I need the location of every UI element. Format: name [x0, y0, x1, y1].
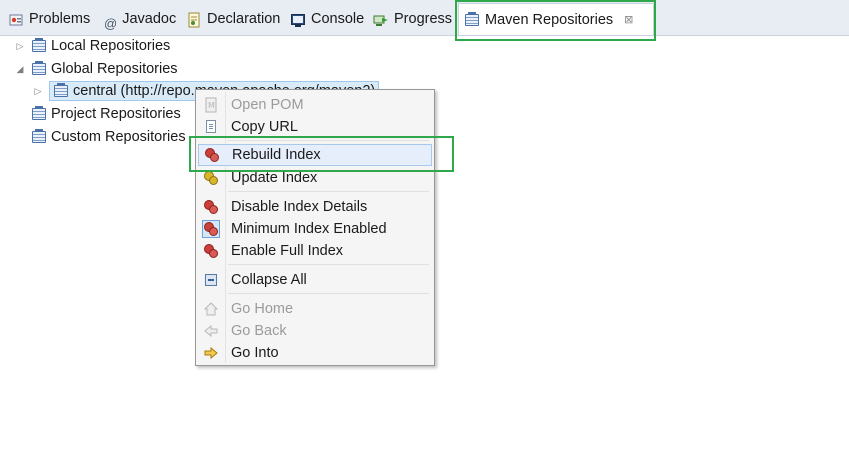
menu-item-go-home[interactable]: Go Home — [198, 298, 432, 320]
tab-label: Javadoc — [122, 11, 177, 27]
copy-icon — [203, 119, 219, 135]
repository-icon — [53, 83, 69, 99]
menu-separator — [228, 293, 429, 294]
expand-icon[interactable]: ▷ — [14, 35, 26, 57]
menu-item-label: Rebuild Index — [232, 147, 321, 163]
go-into-arrow-icon — [203, 345, 219, 361]
console-icon — [290, 11, 306, 27]
menu-separator — [228, 140, 429, 141]
tab-label: Problems — [29, 11, 91, 27]
menu-item-label: Go Back — [231, 323, 287, 339]
declaration-icon — [186, 11, 202, 28]
tree-node-local-repositories[interactable]: ▷ Local Repositories — [14, 35, 170, 57]
menu-item-label: Open POM — [231, 97, 304, 113]
menu-separator — [228, 264, 429, 265]
rebuild-index-icon — [204, 147, 220, 163]
menu-item-label: Go Home — [231, 301, 294, 317]
close-tab-icon[interactable]: ⊠ — [624, 4, 633, 36]
menu-item-label: Enable Full Index — [231, 243, 344, 259]
problems-icon — [8, 11, 24, 27]
pom-file-icon: M — [203, 97, 219, 113]
tab-progress[interactable]: Progress — [373, 6, 452, 32]
tab-label: Maven Repositories — [485, 11, 614, 28]
tree-node-custom-repositories[interactable]: Custom Repositories — [14, 126, 186, 148]
tab-console[interactable]: Console — [290, 6, 364, 32]
menu-item-label: Update Index — [231, 170, 318, 186]
menu-item-label: Go Into — [231, 345, 279, 361]
index-gear-icon — [203, 243, 219, 259]
menu-item-update-index[interactable]: Update Index — [198, 167, 432, 189]
progress-icon — [373, 11, 389, 27]
view-tab-bar: Problems @ Javadoc Declaration Console P… — [0, 0, 849, 36]
tree-node-label: Project Repositories — [51, 106, 181, 122]
menu-item-label: Collapse All — [231, 272, 307, 288]
home-icon — [203, 301, 219, 317]
menu-separator — [228, 191, 429, 192]
tree-node-label: Custom Repositories — [51, 129, 186, 145]
menu-item-rebuild-index[interactable]: Rebuild Index — [198, 144, 432, 166]
menu-item-label: Minimum Index Enabled — [231, 221, 387, 237]
menu-item-copy-url[interactable]: Copy URL — [198, 116, 432, 138]
repository-icon — [31, 106, 47, 122]
tab-problems[interactable]: Problems — [8, 6, 90, 32]
menu-item-open-pom[interactable]: M Open POM — [198, 94, 432, 116]
repository-icon — [31, 129, 47, 145]
context-menu: M Open POM Copy URL Rebuild Index Update… — [195, 89, 435, 366]
tree-node-global-repositories[interactable]: ◢ Global Repositories — [14, 58, 178, 80]
menu-item-label: Copy URL — [231, 119, 298, 135]
menu-item-go-back[interactable]: Go Back — [198, 320, 432, 342]
tab-declaration[interactable]: Declaration — [186, 6, 280, 32]
menu-item-disable-index-details[interactable]: Disable Index Details — [198, 196, 432, 218]
tab-label: Console — [311, 11, 365, 27]
collapse-all-icon — [203, 272, 219, 288]
update-index-icon — [203, 170, 219, 186]
javadoc-icon: @ — [104, 16, 118, 31]
tab-javadoc[interactable]: @ Javadoc — [104, 6, 176, 32]
tree-node-label: Global Repositories — [51, 61, 178, 77]
maven-repositories-icon — [464, 11, 480, 28]
expand-icon[interactable]: ▷ — [32, 80, 44, 102]
collapse-icon[interactable]: ◢ — [14, 58, 26, 80]
repository-icon — [31, 38, 47, 54]
svg-text:M: M — [208, 101, 215, 110]
tree-node-label: Local Repositories — [51, 38, 171, 54]
menu-item-go-into[interactable]: Go Into — [198, 342, 432, 364]
tab-maven-repositories[interactable]: Maven Repositories ⊠ — [458, 3, 654, 35]
index-gear-icon — [202, 220, 220, 238]
tab-label: Declaration — [207, 11, 281, 27]
menu-item-collapse-all[interactable]: Collapse All — [198, 269, 432, 291]
back-arrow-icon — [203, 323, 219, 339]
index-gear-icon — [203, 199, 219, 215]
tab-label: Progress — [394, 11, 453, 27]
menu-item-label: Disable Index Details — [231, 199, 368, 215]
tree-node-project-repositories[interactable]: Project Repositories — [14, 103, 181, 125]
menu-item-minimum-index-enabled[interactable]: Minimum Index Enabled — [198, 218, 432, 240]
repository-icon — [31, 61, 47, 77]
menu-item-enable-full-index[interactable]: Enable Full Index — [198, 240, 432, 262]
